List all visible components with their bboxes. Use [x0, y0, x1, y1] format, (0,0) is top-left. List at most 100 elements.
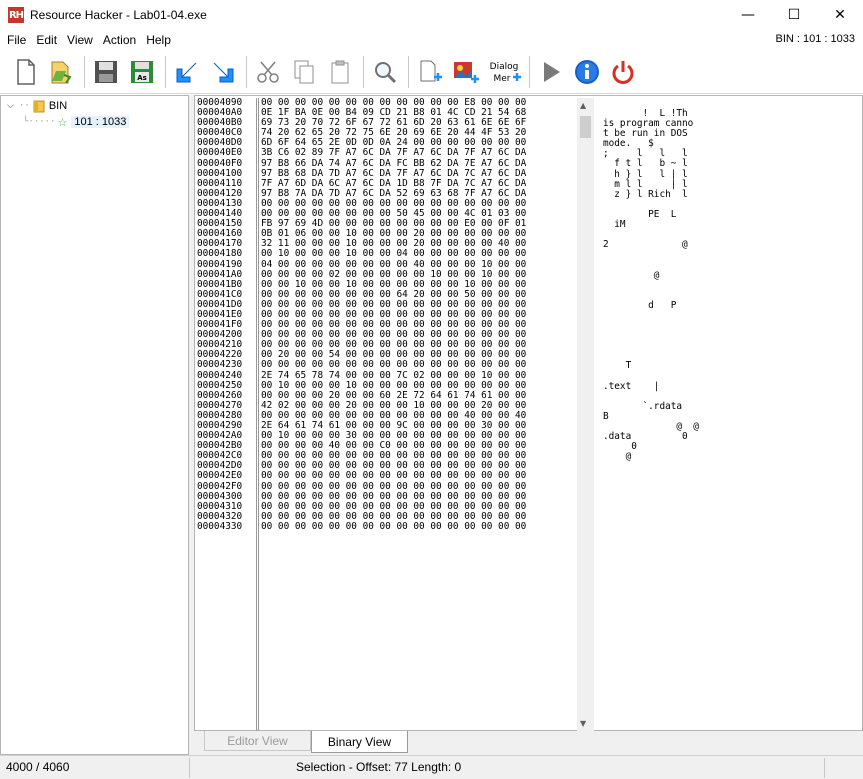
menu-view[interactable]: View: [62, 33, 98, 47]
menu-edit[interactable]: Edit: [31, 33, 62, 47]
menu-help[interactable]: Help: [141, 33, 176, 47]
open-button[interactable]: [44, 54, 78, 90]
copy-icon: [294, 60, 314, 83]
close-button[interactable]: ✕: [817, 0, 863, 30]
ascii-row[interactable]: `.rdata: [603, 401, 723, 412]
save-as-button[interactable]: As: [125, 54, 159, 90]
ascii-row[interactable]: @: [603, 270, 723, 281]
tab-binary-view[interactable]: Binary View: [311, 731, 408, 753]
ascii-row[interactable]: [603, 311, 723, 321]
main-area: ⌵ ·· BIN └····· ☆ 101 : 1033 00004090 000…: [0, 95, 863, 755]
dialog-menu-button[interactable]: Dialog Mer: [485, 54, 523, 90]
minimize-button[interactable]: —: [725, 0, 771, 30]
hex-address: 00004180: [197, 248, 243, 260]
import-button[interactable]: [170, 54, 204, 90]
menu-file[interactable]: File: [0, 33, 31, 47]
status-selection: Selection - Offset: 77 Length: 0: [296, 760, 462, 774]
toolbar-separator: [408, 55, 409, 88]
add-resource-button[interactable]: [413, 54, 447, 90]
exit-button[interactable]: [606, 54, 640, 90]
status-divider: [824, 758, 825, 778]
scroll-up-arrow-icon[interactable]: ▲: [580, 101, 586, 111]
ascii-row[interactable]: d P: [603, 300, 723, 311]
vertical-scrollbar[interactable]: ▲ ▼: [577, 98, 594, 732]
tree-connector: └·····: [23, 117, 56, 127]
ascii-row[interactable]: [603, 341, 723, 351]
tab-editor-view[interactable]: Editor View: [204, 731, 311, 751]
ascii-row[interactable]: [603, 250, 723, 260]
status-divider: [189, 758, 190, 778]
toolbar-separator: [529, 55, 530, 88]
ascii-row[interactable]: 2 @: [603, 240, 723, 250]
find-button[interactable]: [368, 54, 402, 90]
save-as-disk-icon: As: [131, 60, 153, 83]
tree-item-label: 101 : 1033: [71, 116, 130, 128]
new-file-icon: [17, 58, 35, 85]
image-plus-icon: [454, 61, 479, 83]
arrow-down-left-icon: [176, 62, 197, 82]
info-button[interactable]: [570, 54, 604, 90]
toolbar-separator: [363, 55, 364, 88]
window-controls: — ☐ ✕: [725, 0, 863, 30]
resource-tree[interactable]: ⌵ ·· BIN └····· ☆ 101 : 1033: [0, 95, 189, 755]
chevron-down-icon[interactable]: ⌵: [7, 101, 19, 111]
scroll-down-arrow-icon[interactable]: ▼: [580, 719, 586, 729]
open-folder-icon: [51, 61, 72, 84]
paste-button[interactable]: [323, 54, 357, 90]
info-icon: [575, 59, 599, 84]
hex-row[interactable]: 00 00 00 00 00 00 00 00 00 00 00 00 00 0…: [261, 521, 579, 532]
ascii-row[interactable]: [603, 321, 723, 331]
dialog-menu-icon: Dialog Mer: [490, 62, 521, 84]
resource-info-label: BIN : 101 : 1033: [775, 33, 856, 45]
maximize-button[interactable]: ☐: [771, 0, 817, 30]
scrollbar-thumb[interactable]: [580, 116, 591, 138]
run-button[interactable]: [534, 54, 568, 90]
hex-row[interactable]: 00 10 00 00 00 10 00 00 04 00 00 00 00 0…: [261, 249, 579, 259]
ascii-row[interactable]: [603, 331, 723, 341]
toolbar-separator: [165, 55, 166, 88]
status-position: 4000 / 4060: [6, 760, 70, 774]
view-tabs: Editor View Binary View: [194, 731, 863, 755]
ascii-row[interactable]: z } l Rich l: [603, 189, 723, 200]
hex-address: 00004330: [197, 520, 243, 532]
svg-text:As: As: [137, 74, 147, 82]
ascii-row[interactable]: [603, 260, 723, 270]
status-bar: 4000 / 4060 Selection - Offset: 77 Lengt…: [0, 755, 863, 779]
ascii-row[interactable]: @: [603, 452, 723, 462]
star-icon: ☆: [57, 115, 68, 129]
toolbar-separator: [84, 55, 85, 88]
menu-action[interactable]: Action: [98, 33, 141, 47]
menu-label: Mer: [493, 74, 510, 84]
tree-item-101-1033[interactable]: └····· ☆ 101 : 1033: [23, 114, 130, 130]
magnifier-icon: [375, 61, 397, 83]
resource-hacker-app-icon: RH: [8, 7, 24, 23]
ascii-row[interactable]: iM: [603, 219, 723, 230]
new-button[interactable]: [8, 54, 42, 90]
save-button[interactable]: [89, 54, 123, 90]
toolbar: As Dialog Mer: [0, 50, 863, 94]
title-bar: RH Resource Hacker - Lab01-04.exe — ☐ ✕: [0, 0, 863, 30]
ascii-row[interactable]: T: [603, 361, 723, 371]
tree-item-label: BIN: [48, 100, 68, 112]
clipboard-icon: [331, 60, 349, 83]
toolbar-separator: [246, 55, 247, 88]
copy-button[interactable]: [287, 54, 321, 90]
tree-item-bin[interactable]: ⌵ ·· BIN: [7, 98, 67, 114]
address-column: 00004090 000040A0 000040B0 000040C0 000040D0…: [197, 97, 255, 532]
scissors-icon: [257, 61, 279, 83]
replace-resource-button[interactable]: [449, 54, 483, 90]
hex-bytes-column[interactable]: 00 00 00 00 00 00 00 00 00 00 00 00 E8 0…: [261, 97, 579, 532]
ascii-row[interactable]: .text |: [603, 381, 723, 392]
hex-view: 00004090 000040A0 000040B0 000040C0 000040D0…: [195, 97, 699, 732]
folder-icon: [33, 100, 45, 112]
power-icon: [612, 60, 634, 84]
save-disk-icon: [95, 60, 117, 83]
play-icon: [544, 61, 560, 82]
ascii-row[interactable]: [603, 281, 723, 291]
menu-bar: File Edit View Action Help BIN : 101 : 1…: [0, 30, 863, 50]
window-title: Resource Hacker - Lab01-04.exe: [30, 8, 207, 22]
binary-editor[interactable]: 00004090 000040A0 000040B0 000040C0 000040D0…: [194, 95, 863, 732]
cut-button[interactable]: [251, 54, 285, 90]
ascii-column[interactable]: ! L !Th is program canno t be run in DOS mo…: [603, 108, 723, 462]
export-button[interactable]: [206, 54, 240, 90]
